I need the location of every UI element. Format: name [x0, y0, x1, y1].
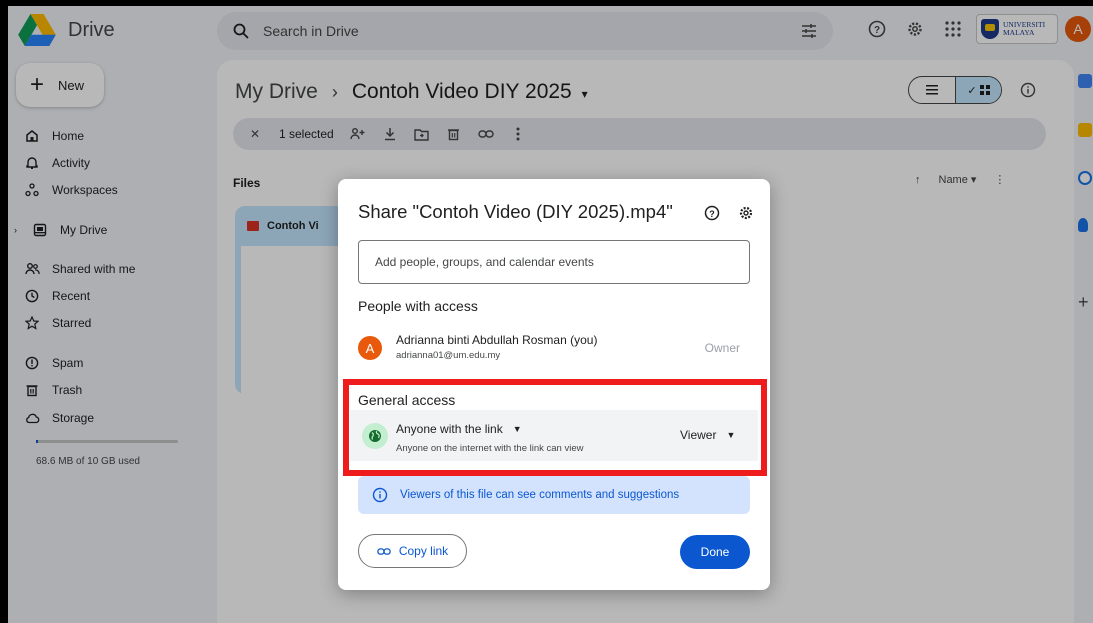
people-with-access-heading: People with access	[358, 298, 478, 314]
svg-text:?: ?	[709, 209, 715, 219]
general-access-heading: General access	[358, 392, 456, 408]
access-role-dropdown[interactable]: Viewer ▼	[680, 428, 735, 442]
general-access-description: Anyone on the internet with the link can…	[396, 443, 584, 454]
copy-link-label: Copy link	[398, 544, 449, 558]
person-role: Owner	[704, 341, 740, 355]
share-settings-gear-icon[interactable]	[738, 205, 754, 221]
comments-notice-banner: Viewers of this file can see comments an…	[358, 476, 750, 514]
access-role-value: Viewer	[680, 428, 717, 442]
access-list-item: A Adrianna binti Abdullah Rosman (you) a…	[358, 330, 750, 366]
general-access-row: Anyone with the link ▼ Anyone on the int…	[350, 410, 758, 461]
caret-down-icon: ▼	[512, 424, 522, 434]
done-button[interactable]: Done	[680, 535, 750, 569]
copy-link-button[interactable]: Copy link	[358, 534, 467, 568]
caret-down-icon: ▼	[726, 430, 736, 440]
general-access-dropdown[interactable]: Anyone with the link ▼	[396, 422, 522, 436]
avatar: A	[358, 336, 382, 360]
help-icon[interactable]: ?	[704, 205, 720, 221]
general-access-option: Anyone with the link	[396, 422, 503, 436]
info-icon	[372, 487, 388, 503]
person-name: Adrianna binti Abdullah Rosman (you)	[396, 333, 598, 347]
notice-text: Viewers of this file can see comments an…	[400, 489, 680, 501]
person-email: adrianna01@um.edu.my	[396, 350, 501, 361]
add-people-input[interactable]: Add people, groups, and calendar events	[358, 240, 750, 284]
share-dialog: Share "Contoh Video (DIY 2025).mp4" ? Ad…	[338, 179, 770, 590]
link-icon	[377, 547, 391, 555]
globe-icon	[362, 423, 388, 449]
share-dialog-title: Share "Contoh Video (DIY 2025).mp4"	[358, 201, 673, 222]
